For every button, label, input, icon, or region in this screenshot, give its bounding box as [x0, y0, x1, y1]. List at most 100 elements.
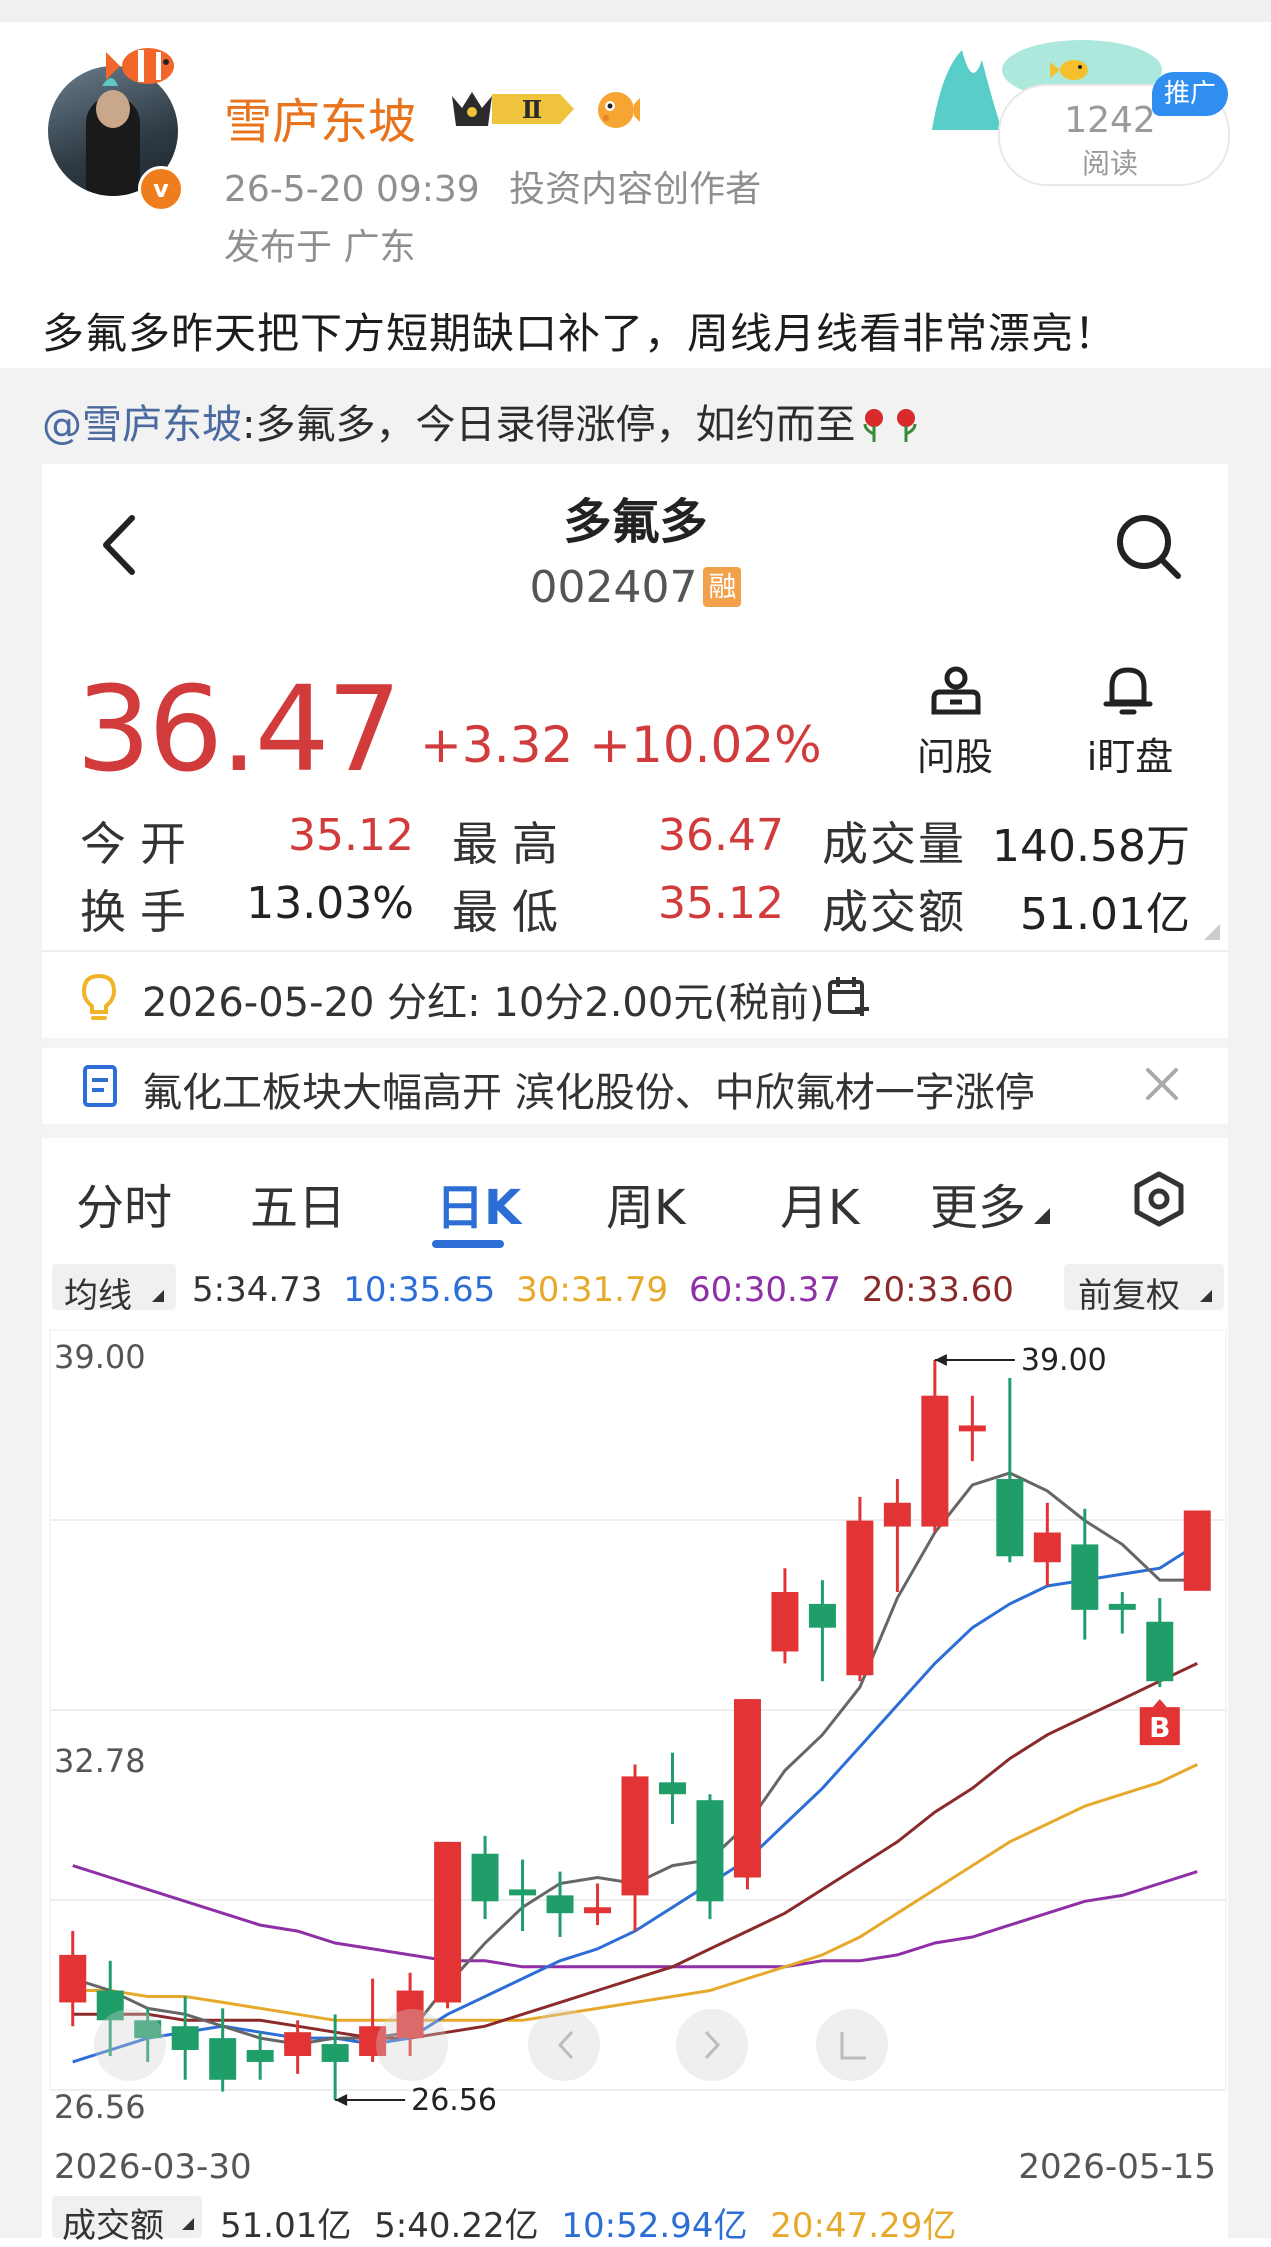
volume-value: 140.58万 — [992, 821, 1190, 872]
margin-tag: 融 — [703, 567, 742, 607]
candle-body — [883, 1502, 911, 1527]
current-price: 36.47 — [76, 660, 402, 798]
stock-code: 002407 — [529, 562, 698, 613]
bell-icon[interactable] — [1100, 662, 1156, 718]
search-icon[interactable] — [1112, 510, 1184, 582]
scroll-right-button[interactable] — [676, 2009, 748, 2081]
expand-corner-icon[interactable] — [1204, 924, 1220, 940]
adjust-selector[interactable]: 前复权 — [1064, 1264, 1224, 1316]
buy-marker-label: B — [1149, 1711, 1170, 1744]
tab-daily-k[interactable]: 日K — [436, 1168, 521, 1238]
ma10-value: 10:35.65 — [343, 1270, 496, 1310]
stock-code-row: 002407 融 — [0, 562, 1271, 613]
candle-body — [434, 1841, 462, 2003]
repost-body: :多氟多，今日录得涨停，如约而至 — [242, 402, 856, 448]
tab-more-label: 更多 — [930, 1180, 1027, 1236]
candle-body — [246, 2050, 274, 2062]
kline-chart[interactable]: 39.00 32.78 26.56 2026-03-30 2026-05-15 … — [0, 1310, 1271, 2190]
x-end-label: 2026-05-15 — [1018, 2147, 1216, 2187]
ask-stock-label[interactable]: 问股 — [900, 726, 1010, 781]
candle-body — [1071, 1544, 1099, 1610]
candle-body — [1108, 1603, 1136, 1610]
volume-label: 成交量 — [822, 817, 966, 871]
level-text: Ⅱ — [522, 95, 542, 124]
post-location: 发布于 广东 — [224, 227, 416, 268]
zoom-out-button[interactable] — [94, 2009, 166, 2081]
dropdown-corner-icon — [152, 1290, 164, 1302]
volume-ma20: 20:47.29亿 — [770, 2206, 957, 2246]
candle-body — [471, 1853, 499, 1902]
open-label: 今开 — [80, 817, 200, 871]
candle-body — [546, 1895, 574, 1914]
ma30-value: 30:31.79 — [516, 1270, 669, 1310]
candle-body — [284, 2032, 312, 2056]
y-max-label: 39.00 — [54, 1338, 146, 1376]
promo-tag: 推广 — [1152, 72, 1228, 116]
amount-value: 51.01亿 — [1020, 889, 1190, 940]
ma20-value: 20:33.60 — [861, 1270, 1014, 1310]
dropdown-corner-icon — [182, 2218, 194, 2230]
close-icon[interactable] — [1142, 1064, 1182, 1104]
candle-body — [1146, 1621, 1174, 1682]
username[interactable]: 雪庐东坡 — [224, 82, 416, 152]
author-role: 投资内容创作者 — [509, 169, 762, 210]
repost-mention[interactable]: @雪庐东坡 — [42, 402, 242, 448]
divider — [42, 950, 1228, 952]
scroll-left-button[interactable] — [528, 2009, 600, 2081]
candle-body — [808, 1603, 836, 1628]
clownfish-decoration-icon — [102, 48, 174, 86]
candle-body — [696, 1800, 724, 1902]
turnover-label: 换手 — [80, 885, 200, 939]
price-change: +3.32 +10.02% — [420, 716, 822, 774]
ma60-value: 60:30.37 — [688, 1270, 842, 1310]
lightbulb-icon — [81, 973, 117, 1020]
stock-name: 多氟多 — [563, 494, 708, 550]
tab-more[interactable]: 更多 — [930, 1168, 1051, 1238]
volume-selector[interactable]: 成交额 — [52, 2196, 202, 2246]
low-value: 35.12 — [658, 878, 784, 929]
candle-body — [321, 2044, 349, 2062]
news-document-icon — [83, 1065, 117, 1107]
change-percent: +10.02% — [589, 716, 822, 774]
ma-values: 5:34.73 10:35.65 30:31.79 60:30.37 20:33… — [192, 1270, 1014, 1310]
read-label: 阅读 — [1081, 147, 1138, 180]
member-level-badge: Ⅱ — [452, 92, 574, 126]
tab-five-day[interactable]: 五日 — [250, 1168, 346, 1238]
repost-text: @雪庐东坡:多氟多，今日录得涨停，如约而至 — [42, 392, 919, 450]
volume-amount: 51.01亿 — [220, 2206, 352, 2246]
candle-body — [59, 1954, 87, 2003]
candle-body — [209, 2038, 237, 2080]
rose-emoji-icon — [897, 409, 917, 442]
top-bar — [0, 0, 1271, 22]
active-tab-indicator — [432, 1240, 504, 1248]
ma-selector[interactable]: 均线 — [52, 1264, 176, 1316]
low-label: 最低 — [452, 885, 572, 939]
add-calendar-icon[interactable] — [826, 974, 870, 1018]
high-value: 36.47 — [658, 810, 784, 861]
dropdown-corner-icon — [1034, 1208, 1051, 1224]
candle-body — [658, 1782, 686, 1795]
volume-ma5: 5:40.22亿 — [374, 2206, 539, 2246]
settings-hexagon-icon[interactable] — [1130, 1170, 1188, 1228]
amount-label: 成交额 — [822, 885, 966, 939]
tab-intraday[interactable]: 分时 — [76, 1168, 172, 1238]
reset-view-button[interactable] — [816, 2009, 888, 2081]
watch-label[interactable]: i盯盘 — [1070, 726, 1190, 781]
candle-body — [771, 1591, 799, 1652]
candle-body — [584, 1907, 612, 1914]
tab-monthly-k[interactable]: 月K — [780, 1168, 859, 1238]
dividend-info[interactable]: 2026-05-20 分红: 10分2.00元(税前) — [142, 970, 825, 1028]
candle-body — [1183, 1510, 1211, 1591]
news-headline[interactable]: 氟化工板块大幅高开 滨化股份、中欣氟材一字涨停 — [142, 1060, 1035, 1118]
verified-badge-icon: v — [138, 166, 184, 212]
y-mid-label: 32.78 — [54, 1742, 146, 1780]
ask-stock-icon[interactable] — [928, 662, 984, 718]
rose-emoji-icon — [863, 409, 884, 442]
min-marker-arrow — [335, 2094, 348, 2106]
pufferfish-icon — [598, 92, 640, 128]
candle-body — [733, 1699, 761, 1878]
tab-weekly-k[interactable]: 周K — [606, 1168, 685, 1238]
zoom-in-button[interactable] — [376, 2009, 448, 2081]
section-gap — [42, 1038, 1228, 1048]
candle-body — [921, 1395, 949, 1527]
